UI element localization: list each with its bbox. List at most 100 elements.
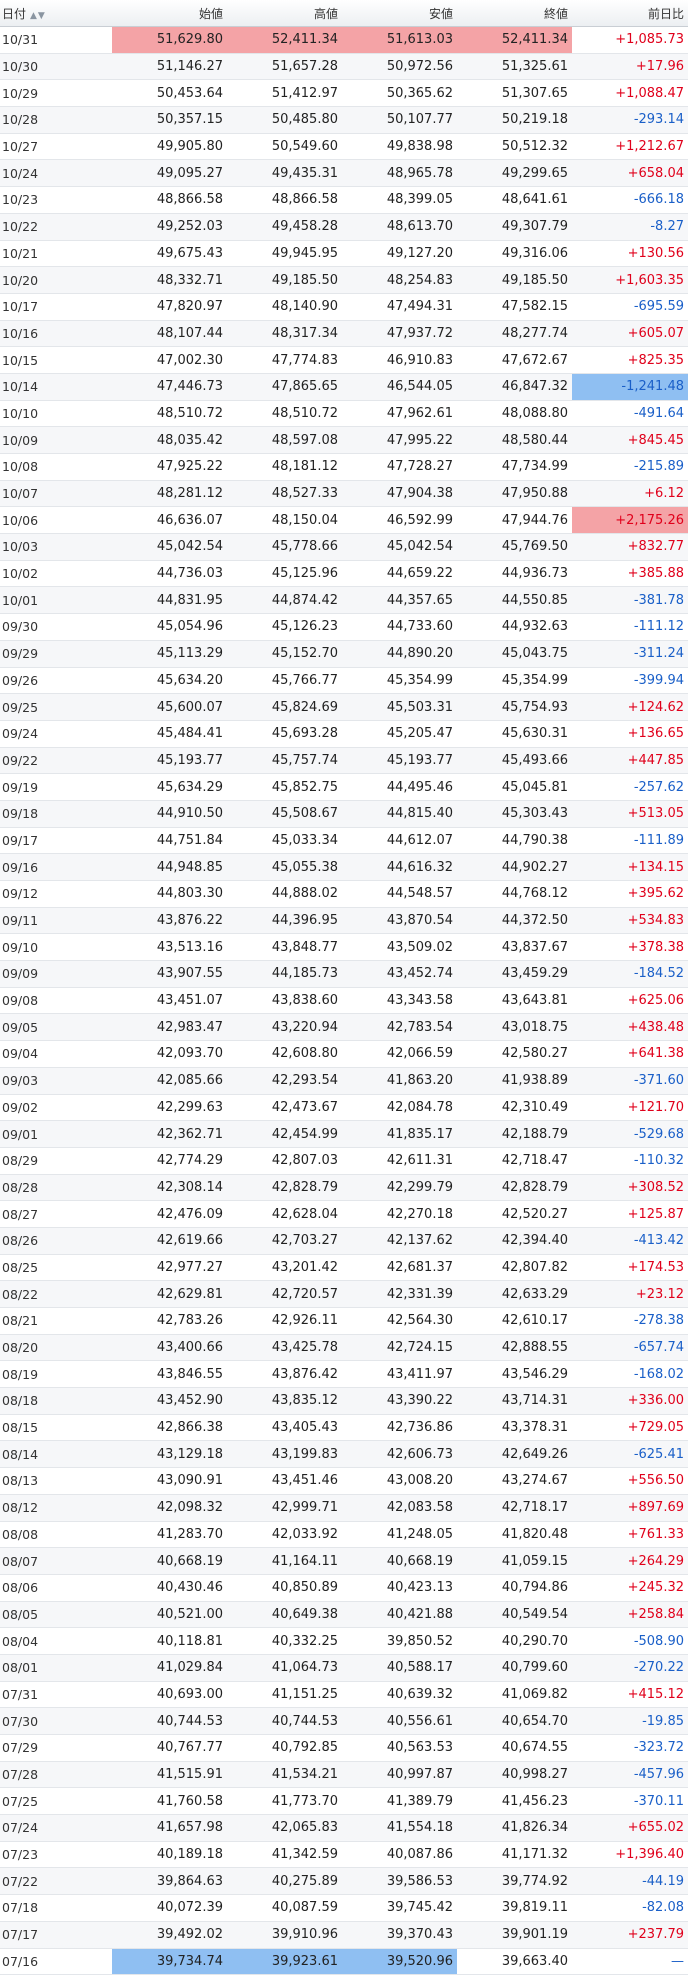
cell-open: 42,476.09 — [112, 1200, 227, 1228]
cell-close: 42,718.47 — [457, 1147, 572, 1175]
cell-open: 51,146.27 — [112, 53, 227, 81]
cell-date: 10/09 — [0, 426, 112, 454]
cell-high: 40,087.59 — [227, 1894, 342, 1922]
cell-close: 42,649.26 — [457, 1440, 572, 1469]
cell-close: 43,274.67 — [457, 1467, 572, 1495]
cell-date: 10/14 — [0, 373, 112, 401]
cell-high: 50,549.60 — [227, 133, 342, 161]
cell-high: 43,835.12 — [227, 1387, 342, 1415]
cell-change: +2,175.26 — [572, 506, 688, 535]
cell-low: 46,544.05 — [342, 373, 457, 401]
table-row: 08/08 41,283.70 42,033.92 41,248.05 41,820.4… — [0, 1521, 688, 1549]
table-row: 10/08 47,925.22 48,181.12 47,728.27 47,734.9… — [0, 453, 688, 481]
cell-change: +1,212.67 — [572, 133, 688, 161]
column-header-date[interactable]: 日付 ▲▼ — [0, 0, 112, 27]
cell-high: 47,774.83 — [227, 346, 342, 374]
cell-close: 45,043.75 — [457, 640, 572, 668]
cell-open: 45,634.29 — [112, 773, 227, 801]
sort-arrows-icon[interactable]: ▲▼ — [30, 11, 46, 21]
cell-date: 07/18 — [0, 1894, 112, 1922]
cell-close: 40,290.70 — [457, 1627, 572, 1655]
cell-date: 09/30 — [0, 613, 112, 641]
cell-high: 43,405.43 — [227, 1414, 342, 1442]
cell-low: 40,997.87 — [342, 1761, 457, 1789]
cell-low: 50,365.62 — [342, 79, 457, 108]
cell-date: 07/25 — [0, 1787, 112, 1816]
cell-high: 40,792.85 — [227, 1734, 342, 1762]
cell-date: 09/25 — [0, 693, 112, 721]
cell-change: -695.59 — [572, 293, 688, 321]
cell-high: 45,125.96 — [227, 560, 342, 588]
table-row: 08/14 43,129.18 43,199.83 42,606.73 42,649.2… — [0, 1440, 688, 1469]
cell-open: 45,113.29 — [112, 640, 227, 668]
cell-change: +385.88 — [572, 560, 688, 588]
cell-open: 42,093.70 — [112, 1040, 227, 1068]
cell-high: 39,910.96 — [227, 1921, 342, 1949]
cell-high: 42,926.11 — [227, 1307, 342, 1335]
cell-change: +729.05 — [572, 1414, 688, 1442]
table-row: 09/04 42,093.70 42,608.80 42,066.59 42,580.2… — [0, 1040, 688, 1068]
cell-open: 43,090.91 — [112, 1467, 227, 1495]
cell-close: 42,610.17 — [457, 1307, 572, 1335]
cell-open: 42,977.27 — [112, 1254, 227, 1282]
column-header-close: 終値 — [457, 0, 572, 27]
cell-change: +121.70 — [572, 1094, 688, 1122]
cell-open: 47,446.73 — [112, 373, 227, 401]
cell-date: 08/22 — [0, 1280, 112, 1308]
cell-open: 49,905.80 — [112, 133, 227, 161]
cell-change: +245.32 — [572, 1574, 688, 1602]
cell-change: -270.22 — [572, 1654, 688, 1682]
cell-change: +134.15 — [572, 853, 688, 881]
cell-open: 43,513.16 — [112, 933, 227, 962]
cell-high: 49,435.31 — [227, 159, 342, 188]
cell-low: 42,270.18 — [342, 1200, 457, 1228]
cell-date: 09/24 — [0, 720, 112, 748]
cell-close: 48,277.74 — [457, 320, 572, 348]
cell-open: 48,510.72 — [112, 400, 227, 428]
cell-close: 40,674.55 — [457, 1734, 572, 1762]
cell-change: -111.89 — [572, 827, 688, 855]
cell-close: 39,663.40 — [457, 1948, 572, 1976]
cell-change: +845.45 — [572, 426, 688, 454]
cell-high: 49,945.95 — [227, 240, 342, 268]
cell-high: 43,425.78 — [227, 1334, 342, 1362]
cell-change: — — [572, 1948, 688, 1976]
cell-date: 09/22 — [0, 747, 112, 775]
cell-high: 48,317.34 — [227, 320, 342, 348]
cell-open: 42,299.63 — [112, 1094, 227, 1122]
cell-open: 44,751.84 — [112, 827, 227, 855]
cell-change: -657.74 — [572, 1334, 688, 1362]
cell-high: 43,201.42 — [227, 1254, 342, 1282]
cell-low: 44,357.65 — [342, 586, 457, 615]
cell-open: 49,675.43 — [112, 240, 227, 268]
cell-open: 45,193.77 — [112, 747, 227, 775]
cell-high: 45,757.74 — [227, 747, 342, 775]
cell-low: 43,509.02 — [342, 933, 457, 962]
cell-low: 42,736.86 — [342, 1414, 457, 1442]
cell-open: 45,042.54 — [112, 533, 227, 561]
cell-low: 50,107.77 — [342, 106, 457, 134]
table-row: 10/21 49,675.43 49,945.95 49,127.20 49,316.0… — [0, 240, 688, 268]
cell-change: +23.12 — [572, 1280, 688, 1308]
cell-high: 42,628.04 — [227, 1200, 342, 1228]
cell-close: 47,582.15 — [457, 293, 572, 321]
cell-date: 10/17 — [0, 293, 112, 321]
cell-high: 51,657.28 — [227, 53, 342, 81]
cell-change: -311.24 — [572, 640, 688, 668]
cell-open: 48,035.42 — [112, 426, 227, 454]
cell-high: 40,649.38 — [227, 1601, 342, 1629]
cell-change: -257.62 — [572, 773, 688, 801]
cell-close: 51,307.65 — [457, 79, 572, 108]
cell-open: 43,846.55 — [112, 1360, 227, 1389]
price-history-panel: 日付 ▲▼ 始値 高値 安値 終値 前日比 10/31 51,629.80 52,41… — [0, 0, 688, 1976]
cell-low: 44,616.32 — [342, 853, 457, 881]
cell-low: 42,331.39 — [342, 1280, 457, 1308]
cell-open: 45,634.20 — [112, 667, 227, 695]
cell-change: -184.52 — [572, 960, 688, 988]
table-row: 10/16 48,107.44 48,317.34 47,937.72 48,277.7… — [0, 320, 688, 348]
cell-change: +136.65 — [572, 720, 688, 748]
cell-date: 08/27 — [0, 1200, 112, 1228]
cell-low: 43,870.54 — [342, 907, 457, 935]
table-row: 08/19 43,846.55 43,876.42 43,411.97 43,546.2… — [0, 1360, 688, 1389]
cell-high: 42,454.99 — [227, 1120, 342, 1148]
